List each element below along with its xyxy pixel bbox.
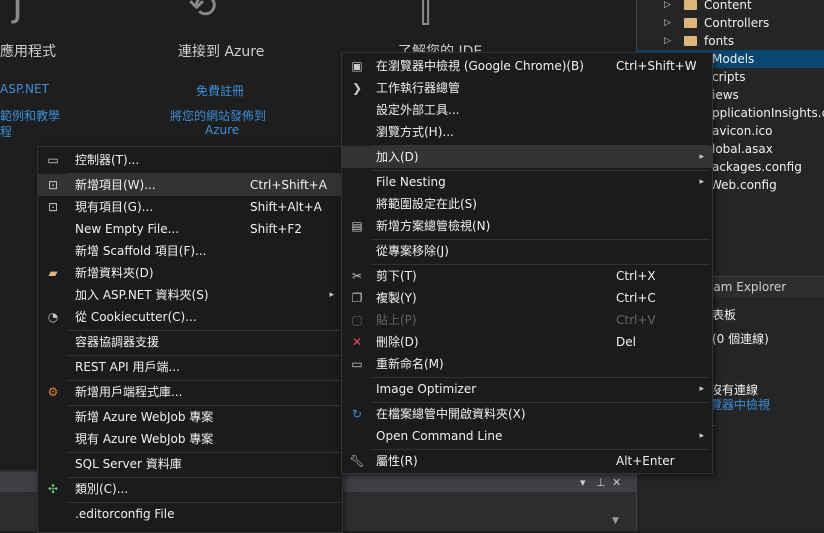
menu-item-open-in-explorer[interactable]: ↻ 在檔案總管中開啟資料夾(X)	[342, 403, 712, 425]
tree-item-scripts[interactable]: cripts	[712, 68, 824, 86]
tree-folder-fonts[interactable]: ▷ fonts	[636, 32, 824, 50]
new-view-icon: ▤	[351, 219, 363, 233]
tree-item-global[interactable]: lobal.asax	[712, 140, 824, 158]
class-icon: ✣	[47, 482, 59, 496]
menu-item-existing-webjob[interactable]: 現有 Azure WebJob 專案	[38, 428, 342, 450]
expand-arrow-icon[interactable]: ▷	[664, 0, 671, 14]
menu-item-class[interactable]: ✣ 類別(C)...	[38, 478, 342, 500]
expand-arrow-icon[interactable]: ▷	[664, 32, 671, 50]
pin-icon[interactable]: ⊥	[596, 476, 606, 489]
menu-item-open-command-line[interactable]: Open Command Line ▸	[342, 425, 712, 447]
delete-icon: ✕	[351, 335, 363, 349]
menu-item-delete[interactable]: ✕ 刪除(D) Del	[342, 331, 712, 353]
menu-item-task-runner[interactable]: ❯ 工作執行器總管	[342, 77, 712, 99]
azure-connect-icon: ⟲	[188, 0, 217, 26]
folder-icon	[684, 36, 697, 46]
folder-icon	[684, 18, 697, 28]
submenu-arrow-icon: ▸	[699, 384, 704, 394]
menu-item-file-nesting[interactable]: File Nesting ▸	[342, 171, 712, 193]
submenu-arrow-icon: ▸	[699, 431, 704, 441]
menu-item-new-folder[interactable]: ▰ 新增資料夾(D)	[38, 262, 342, 284]
menu-item-external-tools[interactable]: 設定外部工具...	[342, 99, 712, 121]
menu-item-rest-api[interactable]: REST API 用戶端...	[38, 356, 342, 378]
team-explorer-browser-link[interactable]: 覽器中檢視	[710, 396, 770, 413]
connect-azure-heading: 連接到 Azure	[178, 44, 265, 60]
tree-item-appinsights[interactable]: pplicationInsights.co	[712, 104, 824, 122]
scroll-down-icon[interactable]: ▼	[612, 516, 619, 526]
team-explorer-title: eam Explorer	[706, 280, 787, 294]
menu-item-scaffold[interactable]: 新增 Scaffold 項目(F)...	[38, 240, 342, 262]
menu-item-new-webjob[interactable]: 新增 Azure WebJob 專案	[38, 406, 342, 428]
tutorial-link[interactable]: 程	[0, 123, 12, 140]
menu-item-new-solution-view[interactable]: ▤ 新增方案總管檢視(N)	[342, 215, 712, 237]
close-icon[interactable]: ✕	[612, 476, 621, 489]
menu-item-copy[interactable]: ❐ 複製(Y) Ctrl+C	[342, 287, 712, 309]
new-item-icon: ⊡	[47, 178, 59, 192]
menu-item-client-library[interactable]: ⚙ 新增用戶端程式庫...	[38, 381, 342, 403]
tree-item-webconfig[interactable]: Web.config	[710, 176, 824, 194]
app-icon: ʃ	[12, 0, 26, 25]
folder-icon	[684, 0, 697, 10]
free-signup-link[interactable]: 免費註冊	[196, 82, 244, 99]
menu-item-rename[interactable]: ▭ 重新命名(M)	[342, 353, 712, 375]
create-app-heading: 應用程式	[0, 44, 56, 60]
submenu-arrow-icon: ▸	[329, 290, 334, 300]
aspnet-link[interactable]: ASP.NET	[0, 82, 49, 96]
controller-icon: ▭	[47, 153, 59, 167]
rename-icon: ▭	[351, 357, 363, 371]
menu-item-browse-with[interactable]: 瀏覽方式(H)...	[342, 121, 712, 143]
submenu-arrow-icon: ▸	[699, 177, 704, 187]
samples-link[interactable]: 範例和教學	[0, 107, 60, 124]
open-folder-icon: ↻	[351, 407, 363, 421]
new-folder-icon: ▰	[48, 266, 58, 280]
menu-item-container-orchestrator[interactable]: 容器協調器支援	[38, 331, 342, 353]
team-explorer-dashboard: 表板	[712, 308, 737, 322]
wrench-icon: 🔧︎	[349, 454, 365, 468]
menu-item-paste[interactable]: ▢ 貼上(P) Ctrl+V	[342, 309, 712, 331]
submenu-arrow-icon: ▸	[699, 152, 704, 162]
existing-item-icon: ⊡	[47, 200, 59, 214]
cut-icon: ✂	[351, 269, 363, 283]
menu-item-view-in-browser[interactable]: ▣ 在瀏覽器中檢視 (Google Chrome)(B) Ctrl+Shift+…	[342, 55, 712, 77]
menu-item-editorconfig[interactable]: .editorconfig File	[38, 503, 342, 525]
team-explorer-connections: (0 個連線)	[712, 332, 769, 346]
azure-link[interactable]: Azure	[205, 123, 239, 137]
menu-item-new-empty-file[interactable]: New Empty File... Shift+F2	[38, 218, 342, 240]
menu-item-controller[interactable]: ▭ 控制器(T)...	[38, 149, 342, 171]
menu-item-add[interactable]: 加入(D) ▸	[342, 146, 712, 168]
tree-item-packages[interactable]: ackages.config	[712, 158, 824, 176]
menu-item-image-optimizer[interactable]: Image Optimizer ▸	[342, 378, 712, 400]
ide-icon: ⫿	[420, 0, 431, 30]
browser-view-icon: ▣	[351, 59, 363, 73]
menu-item-sql-server[interactable]: SQL Server 資料庫	[38, 453, 342, 475]
menu-item-cut[interactable]: ✂ 剪下(T) Ctrl+X	[342, 265, 712, 287]
task-runner-icon: ❯	[351, 81, 363, 95]
project-context-menu: ▣ 在瀏覽器中檢視 (Google Chrome)(B) Ctrl+Shift+…	[341, 52, 713, 474]
menu-item-cookiecutter[interactable]: ◔ 從 Cookiecutter(C)...	[38, 306, 342, 328]
tree-item-views[interactable]: iews	[712, 86, 824, 104]
add-submenu: ▭ 控制器(T)... ⊡ 新增項目(W)... Ctrl+Shift+A ⊡ …	[37, 146, 343, 533]
expand-arrow-icon[interactable]: ▷	[664, 14, 671, 32]
menu-item-existing-item[interactable]: ⊡ 現有項目(G)... Shift+Alt+A	[38, 196, 342, 218]
copy-icon: ❐	[351, 291, 363, 305]
cookiecutter-icon: ◔	[47, 310, 59, 324]
client-library-icon: ⚙	[47, 385, 59, 399]
menu-item-remove-from-project[interactable]: 從專案移除(J)	[342, 240, 712, 262]
tree-folder-content[interactable]: ▷ Content	[636, 0, 824, 14]
menu-item-new-item[interactable]: ⊡ 新增項目(W)... Ctrl+Shift+A	[38, 174, 342, 196]
publish-site-link[interactable]: 將您的網站發佈到	[170, 107, 266, 124]
menu-item-scope-to-this[interactable]: 將範圍設定在此(S)	[342, 193, 712, 215]
dropdown-arrow-icon[interactable]: ▾	[580, 476, 586, 489]
paste-icon: ▢	[351, 313, 363, 327]
menu-item-properties[interactable]: 🔧︎ 屬性(R) Alt+Enter	[342, 450, 712, 472]
tree-item-favicon[interactable]: avicon.ico	[712, 122, 824, 140]
menu-item-aspnet-folder[interactable]: 加入 ASP.NET 資料夾(S) ▸	[38, 284, 342, 306]
tree-folder-controllers[interactable]: ▷ Controllers	[636, 14, 824, 32]
